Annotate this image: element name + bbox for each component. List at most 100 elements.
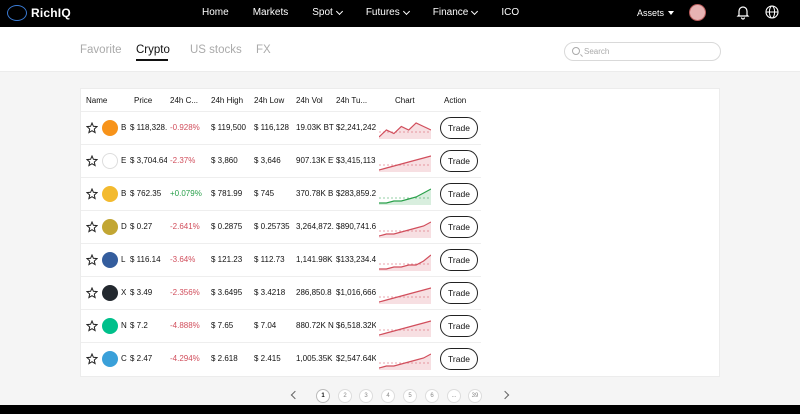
coin-name: B (121, 189, 127, 198)
price-cell: $ 7.2 (130, 321, 148, 330)
column-header: Chart (395, 96, 415, 105)
table-header: Name Price 24h C... 24h High 24h Low 24h Vol 2… (81, 89, 481, 111)
chevron-down-icon (471, 7, 479, 15)
trade-button[interactable]: Trade (440, 216, 478, 238)
turnover-cell: $2,547.64K (336, 354, 376, 363)
search-input[interactable] (584, 45, 714, 58)
page-button-3[interactable]: 3 (359, 389, 373, 403)
sparkline-chart (379, 254, 431, 271)
dogecoin-icon (102, 219, 118, 235)
nav-item-markets[interactable]: Markets (253, 7, 289, 18)
sparkline-area (379, 123, 431, 139)
search-icon (572, 47, 580, 55)
page-ellipsis[interactable]: ... (447, 389, 461, 403)
table-row[interactable]: D $ 0.27 -2.641% $ 0.2875 $ 0.25735 3,264,872… (81, 210, 481, 243)
next-page-icon[interactable] (500, 390, 510, 400)
sparkline-chart (379, 221, 431, 238)
table-row[interactable]: L $ 116.14 -3.64% $ 121.23 $ 112.73 1,141.98K… (81, 243, 481, 276)
trade-button[interactable]: Trade (440, 315, 478, 337)
turnover-cell: $890,741.6 (336, 222, 376, 231)
search-box[interactable] (564, 42, 721, 61)
trade-button[interactable]: Trade (440, 150, 478, 172)
tab-us-stocks[interactable]: US stocks (190, 44, 242, 56)
nav-item-home[interactable]: Home (202, 7, 229, 18)
prev-page-icon[interactable] (290, 390, 300, 400)
high-cell: $ 119,500 (211, 123, 246, 132)
table-row[interactable]: C $ 2.47 -4.294% $ 2.618 $ 2.415 1,005.35K $2,… (81, 342, 481, 375)
change-cell: -2.37% (170, 156, 196, 165)
nav-item-futures[interactable]: Futures (366, 7, 410, 18)
page-button-6[interactable]: 6 (425, 389, 439, 403)
column-header[interactable]: 24h High (211, 96, 243, 105)
table-row[interactable]: X $ 3.49 -2.356% $ 3.6495 $ 3.4218 286,850.8 $… (81, 276, 481, 309)
column-header[interactable]: 24h C... (170, 96, 198, 105)
sparkline-area (379, 222, 431, 238)
low-cell: $ 745 (254, 189, 275, 198)
coin-name: L (121, 255, 126, 264)
column-header[interactable]: Price (134, 96, 152, 105)
globe-icon[interactable] (765, 5, 779, 19)
column-header[interactable]: 24h Low (254, 96, 284, 105)
favorite-star-icon[interactable] (86, 353, 98, 365)
favorite-star-icon[interactable] (86, 122, 98, 134)
trade-button[interactable]: Trade (440, 117, 478, 139)
tab-crypto[interactable]: Crypto (136, 44, 170, 56)
page-button-39[interactable]: 39 (468, 389, 482, 403)
brand-logo[interactable]: RichIQ (7, 5, 71, 21)
bell-icon[interactable] (736, 5, 750, 20)
favorite-star-icon[interactable] (86, 254, 98, 266)
ethereum-icon (102, 153, 118, 169)
favorite-star-icon[interactable] (86, 188, 98, 200)
turnover-cell: $1,016,666 (336, 288, 376, 297)
low-cell: $ 2.415 (254, 354, 281, 363)
page-button-1[interactable]: 1 (316, 389, 330, 403)
price-cell: $ 0.27 (130, 222, 153, 231)
volume-cell: 1,005.35K (296, 354, 333, 363)
volume-cell: 3,264,872. (296, 222, 334, 231)
nav-item-finance[interactable]: Finance (433, 7, 479, 18)
trade-button[interactable]: Trade (440, 348, 478, 370)
nav-item-label: ICO (501, 7, 520, 18)
high-cell: $ 3,860 (211, 156, 238, 165)
favorite-star-icon[interactable] (86, 320, 98, 332)
high-cell: $ 121.23 (211, 255, 243, 264)
sparkline-chart (379, 155, 431, 172)
nav-item-label: Spot (312, 7, 333, 18)
trade-button[interactable]: Trade (440, 282, 478, 304)
column-header[interactable]: Name (86, 96, 107, 105)
favorite-star-icon[interactable] (86, 287, 98, 299)
nav-item-spot[interactable]: Spot (312, 7, 343, 18)
favorite-star-icon[interactable] (86, 221, 98, 233)
bitcoin-icon (102, 120, 118, 136)
table-row[interactable]: N $ 7.2 -4.888% $ 7.65 $ 7.04 880.72K N $6,518… (81, 309, 481, 342)
page-button-2[interactable]: 2 (338, 389, 352, 403)
avatar[interactable] (689, 4, 706, 21)
trade-button[interactable]: Trade (440, 249, 478, 271)
page-button-5[interactable]: 5 (403, 389, 417, 403)
pagination: 1 2 3 4 5 6... 39 (0, 389, 800, 403)
table-row[interactable]: B $ 762.35 +0.079% $ 781.99 $ 745 370.78K BI $… (81, 177, 481, 210)
main-nav: Home Markets Spot Futures Finance ICO (202, 7, 543, 18)
volume-cell: 286,850.8 (296, 288, 332, 297)
xrp-icon (102, 285, 118, 301)
sparkline-chart (379, 287, 431, 304)
column-header[interactable]: 24h Vol (296, 96, 323, 105)
table-row[interactable]: B $ 118,328. -0.928% $ 119,500 $ 116,128 19.0… (81, 111, 481, 144)
favorite-star-icon[interactable] (86, 155, 98, 167)
change-cell: -4.294% (170, 354, 200, 363)
assets-menu[interactable]: Assets (637, 8, 675, 18)
column-header[interactable]: 24h Tu... (336, 96, 367, 105)
volume-cell: 880.72K N (296, 321, 334, 330)
column-header: Action (444, 96, 467, 105)
footer-bar (0, 405, 800, 414)
price-cell: $ 118,328. (130, 123, 167, 132)
table-row[interactable]: E $ 3,704.64 -2.37% $ 3,860 $ 3,646 907.13K E… (81, 144, 481, 177)
assets-label: Assets (637, 8, 665, 18)
tab-favorite[interactable]: Favorite (80, 44, 122, 56)
coin-name: X (121, 288, 127, 297)
low-cell: $ 0.25735 (254, 222, 290, 231)
nav-item-ico[interactable]: ICO (501, 7, 519, 18)
tab-fx[interactable]: FX (256, 44, 271, 56)
trade-button[interactable]: Trade (440, 183, 478, 205)
page-button-4[interactable]: 4 (381, 389, 395, 403)
